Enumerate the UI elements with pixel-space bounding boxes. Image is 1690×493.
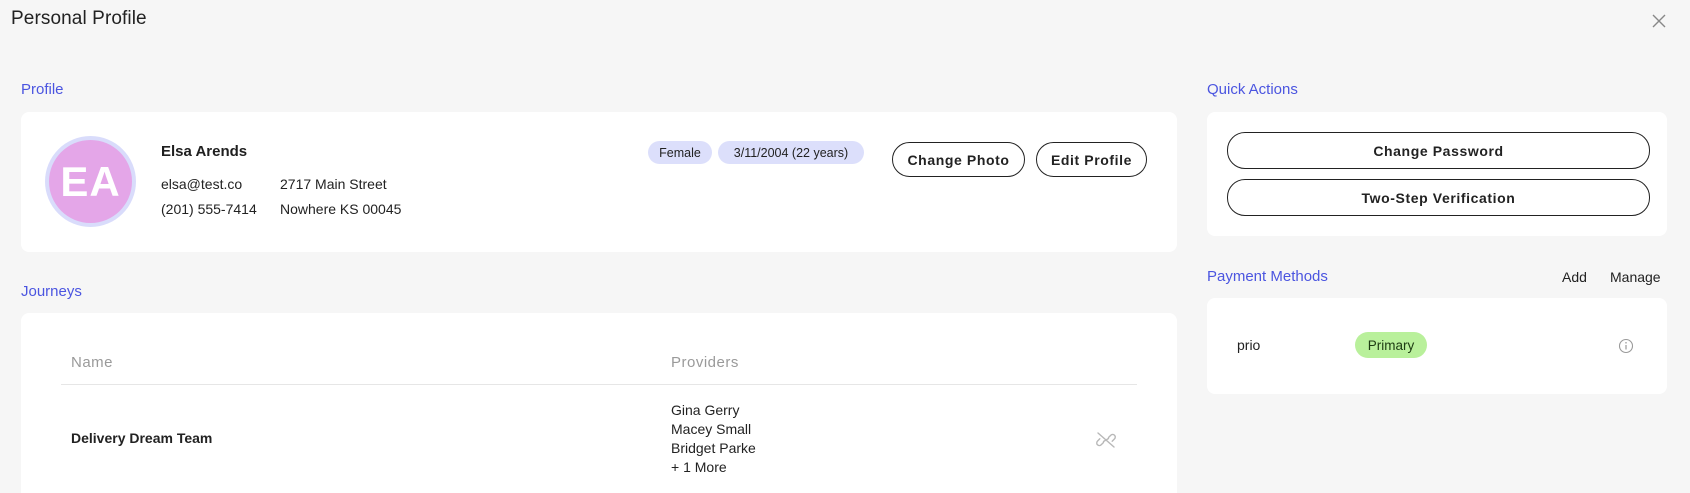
two-step-verification-button[interactable]: Two-Step Verification bbox=[1227, 179, 1650, 216]
gender-badge: Female bbox=[648, 141, 712, 164]
change-photo-button[interactable]: Change Photo bbox=[892, 142, 1025, 177]
address-line1: 2717 Main Street bbox=[280, 176, 387, 192]
dob-badge: 3/11/2004 (22 years) bbox=[718, 141, 864, 164]
profile-name: Elsa Arends bbox=[161, 143, 248, 160]
add-payment-link[interactable]: Add bbox=[1562, 269, 1587, 285]
table-divider bbox=[61, 384, 1137, 385]
column-header-name: Name bbox=[71, 354, 114, 371]
provider-item: Macey Small bbox=[671, 421, 752, 437]
profile-email: elsa@test.co bbox=[161, 176, 243, 192]
more-providers-link[interactable]: + 1 More bbox=[671, 458, 756, 477]
profile-phone: (201) 555-7414 bbox=[161, 201, 257, 217]
journeys-section-label: Journeys bbox=[21, 283, 82, 300]
avatar-initials: EA bbox=[49, 140, 132, 223]
unlink-button[interactable] bbox=[1096, 431, 1116, 449]
provider-item: Gina Gerry bbox=[671, 402, 740, 418]
edit-profile-button[interactable]: Edit Profile bbox=[1036, 142, 1147, 177]
column-header-providers: Providers bbox=[671, 354, 739, 371]
profile-section-label: Profile bbox=[21, 81, 64, 98]
info-icon bbox=[1618, 338, 1634, 354]
journey-name: Delivery Dream Team bbox=[71, 430, 213, 446]
page-title: Personal Profile bbox=[11, 8, 147, 29]
change-password-button[interactable]: Change Password bbox=[1227, 132, 1650, 169]
quick-actions-card: Change Password Two-Step Verification bbox=[1207, 112, 1667, 236]
journeys-card: Name Providers Delivery Dream Team Gina … bbox=[21, 313, 1177, 493]
quick-actions-section-label: Quick Actions bbox=[1207, 81, 1298, 98]
provider-item: Bridget Parke bbox=[671, 440, 756, 456]
providers-list: Gina Gerry Macey Small Bridget Parke + 1… bbox=[671, 401, 756, 477]
payment-method-name: prio bbox=[1237, 337, 1261, 353]
close-button[interactable] bbox=[1648, 10, 1670, 32]
primary-badge: Primary bbox=[1355, 332, 1427, 358]
info-button[interactable] bbox=[1618, 338, 1634, 354]
address-line2: Nowhere KS 00045 bbox=[280, 201, 402, 217]
payment-methods-card: prio Primary bbox=[1207, 298, 1667, 394]
avatar: EA bbox=[45, 136, 136, 227]
payment-methods-section-label: Payment Methods bbox=[1207, 268, 1328, 285]
profile-card: EA Elsa Arends elsa@test.co (201) 555-74… bbox=[21, 112, 1177, 252]
close-icon bbox=[1652, 14, 1666, 28]
manage-payment-link[interactable]: Manage bbox=[1610, 269, 1661, 285]
unlink-icon bbox=[1096, 432, 1116, 448]
